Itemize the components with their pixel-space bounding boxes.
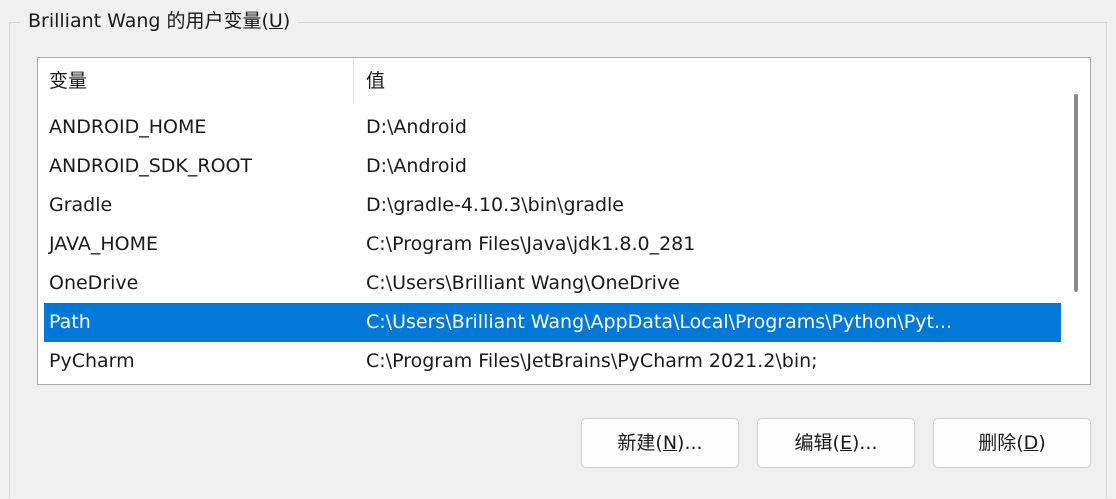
edit-button-mnemonic: E bbox=[839, 432, 852, 454]
variable-value: C:\Users\Brilliant Wang\AppData\Local\Pr… bbox=[366, 311, 953, 333]
group-title: Brilliant Wang 的用户变量(U) bbox=[20, 8, 299, 34]
user-variables-panel: Brilliant Wang 的用户变量(U) 变量 值 ANDROID_HOM… bbox=[0, 0, 1116, 499]
variable-name: OneDrive bbox=[49, 272, 139, 294]
new-button-mnemonic: N bbox=[662, 432, 678, 454]
group-title-prefix: Brilliant Wang 的用户变量( bbox=[28, 10, 269, 32]
variable-name: Path bbox=[49, 311, 91, 333]
variable-name: JAVA_HOME bbox=[49, 233, 158, 255]
column-header-variable[interactable]: 变量 bbox=[49, 58, 87, 104]
variable-name: PyCharm bbox=[49, 350, 135, 372]
column-divider[interactable] bbox=[353, 58, 354, 104]
variable-value: D:\Android bbox=[366, 116, 467, 138]
table-row[interactable]: Gradle D:\gradle-4.10.3\bin\gradle bbox=[44, 186, 1061, 225]
table-row[interactable]: ANDROID_SDK_ROOT D:\Android bbox=[44, 147, 1061, 186]
variable-value: D:\Android bbox=[366, 155, 467, 177]
delete-button-suffix: ) bbox=[1038, 432, 1046, 454]
delete-variable-button[interactable]: 删除(D) bbox=[933, 418, 1091, 468]
variable-name: ANDROID_SDK_ROOT bbox=[49, 155, 253, 177]
vertical-scrollbar[interactable] bbox=[1062, 58, 1090, 384]
variable-value: D:\gradle-4.10.3\bin\gradle bbox=[366, 194, 624, 216]
table-row[interactable]: Path C:\Users\Brilliant Wang\AppData\Loc… bbox=[44, 303, 1061, 342]
new-button-prefix: 新建( bbox=[617, 432, 663, 454]
new-variable-button[interactable]: 新建(N)... bbox=[581, 418, 739, 468]
scrollbar-thumb[interactable] bbox=[1074, 94, 1078, 292]
delete-button-mnemonic: D bbox=[1023, 432, 1039, 454]
variable-value: C:\Program Files\JetBrains\PyCharm 2021.… bbox=[366, 350, 818, 372]
group-title-mnemonic: U bbox=[268, 10, 283, 32]
variable-value: C:\Program Files\Java\jdk1.8.0_281 bbox=[366, 233, 696, 255]
edit-button-suffix: )... bbox=[851, 432, 878, 454]
new-button-suffix: )... bbox=[677, 432, 703, 454]
column-header-value[interactable]: 值 bbox=[366, 58, 385, 104]
variables-list[interactable]: 变量 值 ANDROID_HOME D:\Android ANDROID_SDK… bbox=[37, 57, 1091, 385]
table-row[interactable]: JAVA_HOME C:\Program Files\Java\jdk1.8.0… bbox=[44, 225, 1061, 264]
table-row[interactable]: ANDROID_HOME D:\Android bbox=[44, 108, 1061, 147]
variable-name: Gradle bbox=[49, 194, 113, 216]
delete-button-prefix: 删除( bbox=[978, 432, 1024, 454]
edit-variable-button[interactable]: 编辑(E)... bbox=[757, 418, 915, 468]
group-title-suffix: ) bbox=[282, 10, 291, 32]
variable-name: ANDROID_HOME bbox=[49, 116, 207, 138]
table-row[interactable]: OneDrive C:\Users\Brilliant Wang\OneDriv… bbox=[44, 264, 1061, 303]
table-row[interactable]: PyCharm C:\Program Files\JetBrains\PyCha… bbox=[44, 342, 1061, 381]
variable-value: C:\Users\Brilliant Wang\OneDrive bbox=[366, 272, 680, 294]
edit-button-prefix: 编辑( bbox=[794, 432, 840, 454]
list-header: 变量 值 bbox=[38, 58, 1062, 104]
